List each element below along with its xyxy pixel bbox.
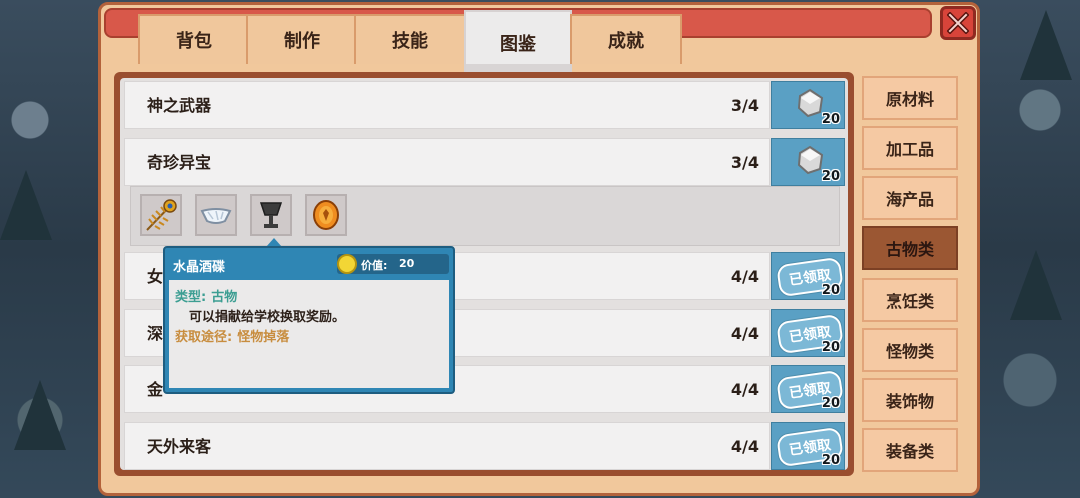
category-cooking[interactable]: 烹饪类 (862, 278, 958, 322)
tab-achievements[interactable]: 成就 (570, 14, 682, 64)
tab-backpack[interactable]: 背包 (138, 14, 250, 64)
collection-progress: 4/4 (730, 324, 759, 343)
category-processed-goods[interactable]: 加工品 (862, 126, 958, 170)
collection-row[interactable]: 天外来客 4/4 (124, 422, 770, 470)
tooltip-item-name: 水晶酒碟 (173, 260, 226, 275)
collection-name: 天外来客 (147, 437, 212, 456)
reward-amount: 20 (821, 340, 840, 355)
tab-skills[interactable]: 技能 (354, 14, 466, 64)
price-value: 20 (399, 257, 415, 270)
category-antiques[interactable]: 古物类 (862, 226, 958, 270)
category-seafood[interactable]: 海产品 (862, 176, 958, 220)
collection-row[interactable]: 奇珍异宝 3/4 (124, 138, 770, 186)
collection-progress: 3/4 (730, 96, 759, 115)
reward-amount: 20 (821, 283, 840, 298)
collection-name: 女 (147, 267, 164, 286)
collection-progress: 3/4 (730, 153, 759, 172)
item-slot[interactable] (305, 194, 347, 236)
tooltip-source-line: 获取途径: 怪物掉落 (175, 326, 289, 345)
stone-icon (797, 145, 824, 175)
collection-progress: 4/4 (730, 380, 759, 399)
collection-name: 奇珍异宝 (147, 153, 212, 172)
collection-row[interactable]: 神之武器 3/4 (124, 81, 770, 129)
reward-amount: 20 (821, 453, 840, 468)
reward-amount: 20 (821, 396, 840, 411)
collection-progress: 4/4 (730, 267, 759, 286)
category-equipment[interactable]: 装备类 (862, 428, 958, 472)
type-label: 类型: (175, 290, 207, 305)
tooltip-description: 可以捐献给学校换取奖励。 (189, 310, 346, 325)
reward-amount: 20 (821, 112, 840, 127)
amber-icon (313, 200, 339, 230)
peacock-feather-icon (146, 199, 177, 231)
category-monsters[interactable]: 怪物类 (862, 328, 958, 372)
coin-icon (337, 254, 357, 274)
pine-tree (14, 380, 66, 450)
close-button[interactable] (940, 6, 976, 40)
pine-tree (0, 170, 52, 240)
reward-button[interactable]: 已领取 20 (771, 252, 845, 300)
type-value: 古物 (211, 290, 238, 305)
close-icon (947, 12, 969, 34)
tooltip-body: 类型: 古物 可以捐献给学校换取奖励。 获取途径: 怪物掉落 (169, 280, 449, 388)
item-slot[interactable] (140, 194, 182, 236)
item-tooltip: 水晶酒碟 价值: 20 类型: 古物 可以捐献给学校换取奖励。 获取途径: 怪物… (163, 246, 455, 394)
goblet-icon (259, 202, 283, 228)
pine-tree (1020, 10, 1072, 80)
collection-name: 金 (147, 380, 164, 399)
item-slot[interactable] (195, 194, 237, 236)
collection-progress: 4/4 (730, 437, 759, 456)
reward-button[interactable]: 20 (771, 138, 845, 186)
reward-button[interactable]: 已领取 20 (771, 309, 845, 357)
item-slot[interactable] (250, 194, 292, 236)
tooltip-price: 价值: 20 (337, 254, 449, 274)
collection-name: 深 (147, 324, 164, 343)
reward-button[interactable]: 20 (771, 81, 845, 129)
reward-button[interactable]: 已领取 20 (771, 422, 845, 470)
price-label: 价值: (361, 259, 388, 272)
source-label: 获取途径: (175, 330, 233, 345)
source-value: 怪物掉落 (237, 330, 290, 345)
crystal-dish-icon (200, 208, 232, 224)
reward-button[interactable]: 已领取 20 (771, 365, 845, 413)
category-decorations[interactable]: 装饰物 (862, 378, 958, 422)
tooltip-type-line: 类型: 古物 (175, 286, 237, 305)
stone-icon (797, 88, 824, 118)
collection-name: 神之武器 (147, 96, 212, 115)
tab-crafting[interactable]: 制作 (246, 14, 358, 64)
category-raw-materials[interactable]: 原材料 (862, 76, 958, 120)
pine-tree (1010, 250, 1062, 320)
tab-encyclopedia[interactable]: 图鉴 (464, 10, 572, 74)
reward-amount: 20 (821, 169, 840, 184)
